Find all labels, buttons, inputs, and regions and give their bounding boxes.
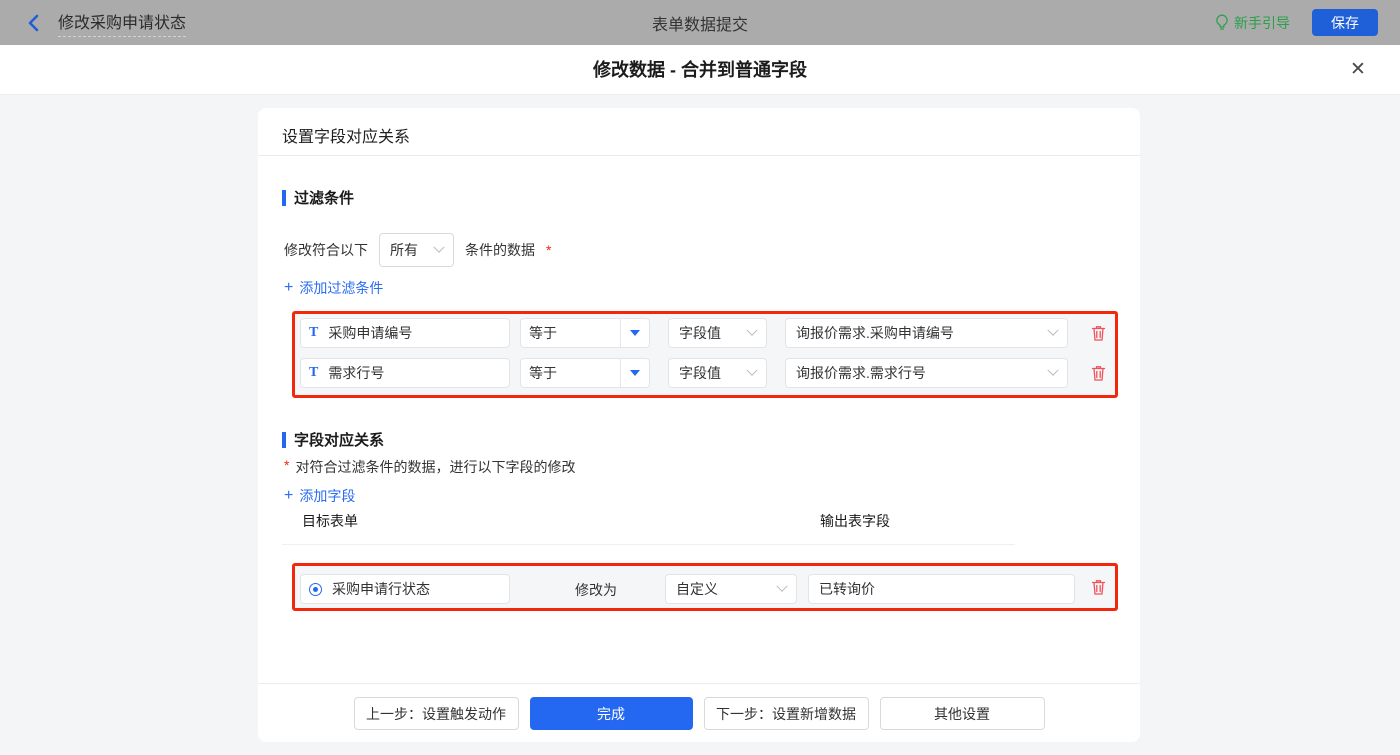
delete-mapping-icon[interactable] (1090, 578, 1107, 596)
value-field-select[interactable]: 询报价需求.需求行号 (785, 358, 1068, 388)
chevron-down-icon (1047, 364, 1059, 376)
text-field-icon: T (309, 365, 319, 380)
back-button[interactable] (26, 14, 44, 32)
condition-scope-select[interactable]: 所有 (379, 233, 454, 267)
plus-icon: + (284, 279, 294, 296)
operator-select[interactable]: 等于 (520, 358, 650, 388)
chevron-down-icon (1047, 324, 1059, 336)
mapping-section-title: 字段对应关系 (282, 429, 384, 450)
chevron-down-icon (433, 241, 445, 253)
save-button[interactable]: 保存 (1312, 9, 1378, 36)
dialog-body: 设置字段对应关系 过滤条件 修改符合以下 所有 条件的数据 * + 添加过滤条件 (0, 95, 1400, 755)
filter-field-picker[interactable]: T 需求行号 (300, 358, 510, 388)
chevron-down-icon (746, 324, 758, 336)
required-asterisk: * (546, 242, 552, 258)
caret-down-icon (630, 370, 640, 376)
topbar: 修改采购申请状态 表单数据提交 新手引导 保存 (0, 0, 1400, 45)
topbar-center-title: 表单数据提交 (651, 16, 748, 34)
topbar-right: 新手引导 保存 (1215, 9, 1378, 36)
dialog-header: 修改数据 - 合并到普通字段 ✕ (0, 45, 1400, 95)
value-type-select[interactable]: 字段值 (668, 358, 767, 388)
column-header-target-form: 目标表单 (302, 513, 358, 529)
column-header-output-field: 输出表字段 (820, 513, 890, 529)
footer-divider (258, 683, 1140, 684)
modify-to-label: 修改为 (575, 582, 617, 598)
radio-field-icon (309, 582, 322, 596)
filter-conditions-group: T 采购申请编号 等于 字段值 询报价需求.采购申请编号 T 需求行号 等于 字… (292, 311, 1118, 398)
field-mapping-group: 采购申请行状态 修改为 自定义 (292, 563, 1118, 611)
section-bar (282, 189, 286, 206)
caret-down-icon (630, 330, 640, 336)
operator-select[interactable]: 等于 (520, 318, 650, 348)
add-filter-condition-link[interactable]: + 添加过滤条件 (284, 278, 383, 298)
back-chevron-icon (28, 14, 39, 31)
settings-panel: 设置字段对应关系 过滤条件 修改符合以下 所有 条件的数据 * + 添加过滤条件 (258, 108, 1140, 742)
footer-buttons: 上一步：设置触发动作 完成 下一步：设置新增数据 其他设置 (258, 697, 1140, 730)
custom-value-input[interactable] (808, 574, 1075, 604)
bulb-icon (1216, 14, 1228, 30)
flow-title[interactable]: 修改采购申请状态 (58, 9, 187, 37)
chevron-down-icon (746, 364, 758, 376)
dialog-title: 修改数据 - 合并到普通字段 (593, 60, 807, 80)
topbar-left: 修改采购申请状态 (26, 9, 187, 37)
prev-step-button[interactable]: 上一步：设置触发动作 (353, 697, 519, 730)
add-field-label: 添加字段 (299, 488, 356, 504)
filter-scope-line: 修改符合以下 所有 条件的数据 * (284, 233, 551, 267)
filter-section-title: 过滤条件 (282, 187, 354, 208)
text-field-icon: T (309, 325, 319, 340)
add-filter-label: 添加过滤条件 (299, 280, 384, 296)
target-field-picker[interactable]: 采购申请行状态 (300, 574, 510, 604)
filter-field-picker[interactable]: T 采购申请编号 (300, 318, 510, 348)
delete-condition-icon[interactable] (1090, 324, 1107, 342)
chevron-down-icon (776, 580, 788, 592)
match-prefix-label: 修改符合以下 (284, 242, 368, 258)
beginner-guide-link[interactable]: 新手引导 (1215, 13, 1290, 33)
match-suffix-label: 条件的数据 (465, 242, 535, 258)
delete-condition-icon[interactable] (1090, 364, 1107, 382)
next-step-button[interactable]: 下一步：设置新增数据 (703, 697, 869, 730)
plus-icon: + (284, 487, 294, 504)
done-button[interactable]: 完成 (529, 697, 693, 730)
screen: 修改采购申请状态 表单数据提交 新手引导 保存 修改数据 - 合并到普通字段 ✕… (0, 0, 1400, 755)
close-icon[interactable]: ✕ (1346, 58, 1370, 82)
modify-type-select[interactable]: 自定义 (665, 574, 797, 604)
mapping-description: * 对符合过滤条件的数据，进行以下字段的修改 (284, 457, 576, 475)
panel-title: 设置字段对应关系 (282, 129, 411, 146)
panel-header-divider (258, 155, 1140, 156)
value-field-select[interactable]: 询报价需求.采购申请编号 (785, 318, 1068, 348)
required-asterisk: * (284, 457, 290, 473)
add-field-link[interactable]: + 添加字段 (284, 486, 355, 506)
section-bar (282, 431, 286, 448)
other-settings-button[interactable]: 其他设置 (879, 697, 1045, 730)
guide-label: 新手引导 (1234, 14, 1290, 31)
column-header-divider (282, 544, 1015, 545)
value-type-select[interactable]: 字段值 (668, 318, 767, 348)
